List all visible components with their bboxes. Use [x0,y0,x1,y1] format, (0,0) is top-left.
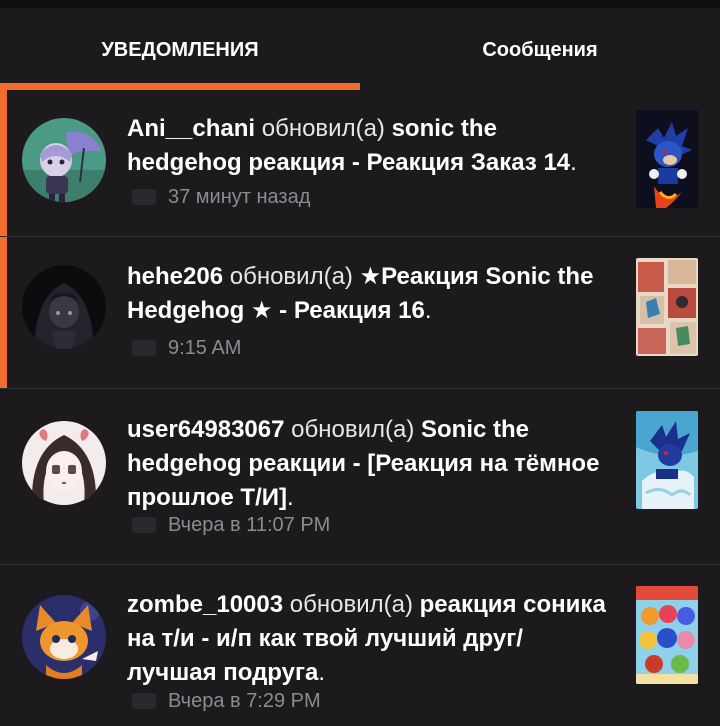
notification-list: Ani__chani обновил(а) sonic the hedgehog… [0,86,720,726]
time-text: 9:15 AM [168,336,242,359]
username[interactable]: user64983067 [127,416,284,443]
notification-text: zombe_10003 обновил(а) реакция соника на… [127,591,606,686]
action-verb: обновил(а) [289,591,413,618]
tab-notifications[interactable]: УВЕДОМЛЕНИЯ [0,8,360,92]
timestamp: Вчера в 7:29 PM [132,688,321,714]
time-text: Вчера в 7:29 PM [168,689,321,712]
tab-bar: УВЕДОМЛЕНИЯ Сообщения [0,8,720,92]
action-verb: обновил(а) [261,115,385,142]
timestamp: Вчера в 11:07 PM [132,512,330,538]
notification-text: user64983067 обновил(а) Sonic the hedgeh… [127,416,600,511]
story-thumbnail[interactable] [636,258,698,356]
time-icon [132,189,156,205]
time-text: Вчера в 11:07 PM [168,513,331,536]
unread-indicator [0,237,7,388]
avatar[interactable] [22,595,106,679]
tab-messages[interactable]: Сообщения [360,8,720,92]
notification-item[interactable]: zombe_10003 обновил(а) реакция соника на… [0,565,720,726]
avatar[interactable] [22,118,106,202]
avatar[interactable] [22,421,106,505]
time-icon [132,340,156,356]
time-text: 37 минут назад [168,185,311,208]
story-thumbnail[interactable] [636,110,698,208]
action-verb: обновил(а) [229,263,353,290]
username[interactable]: zombe_10003 [127,591,283,618]
notification-item[interactable]: Ani__chani обновил(а) sonic the hedgehog… [0,86,720,237]
unread-indicator [0,86,7,236]
story-thumbnail[interactable] [636,586,698,684]
action-verb: обновил(а) [291,416,415,443]
story-thumbnail[interactable] [636,411,698,509]
time-icon [132,693,156,709]
username[interactable]: hehe206 [127,263,223,290]
timestamp: 37 минут назад [132,184,310,210]
notification-item[interactable]: user64983067 обновил(а) Sonic the hedgeh… [0,389,720,565]
notification-item[interactable]: hehe206 обновил(а) ★Реакция Sonic the He… [0,237,720,389]
username[interactable]: Ani__chani [127,115,255,142]
time-icon [132,517,156,533]
timestamp: 9:15 AM [132,335,241,361]
status-strip [0,0,720,8]
avatar[interactable] [22,265,106,349]
notification-text: hehe206 обновил(а) ★Реакция Sonic the He… [127,263,594,324]
notification-text: Ani__chani обновил(а) sonic the hedgehog… [127,115,577,176]
